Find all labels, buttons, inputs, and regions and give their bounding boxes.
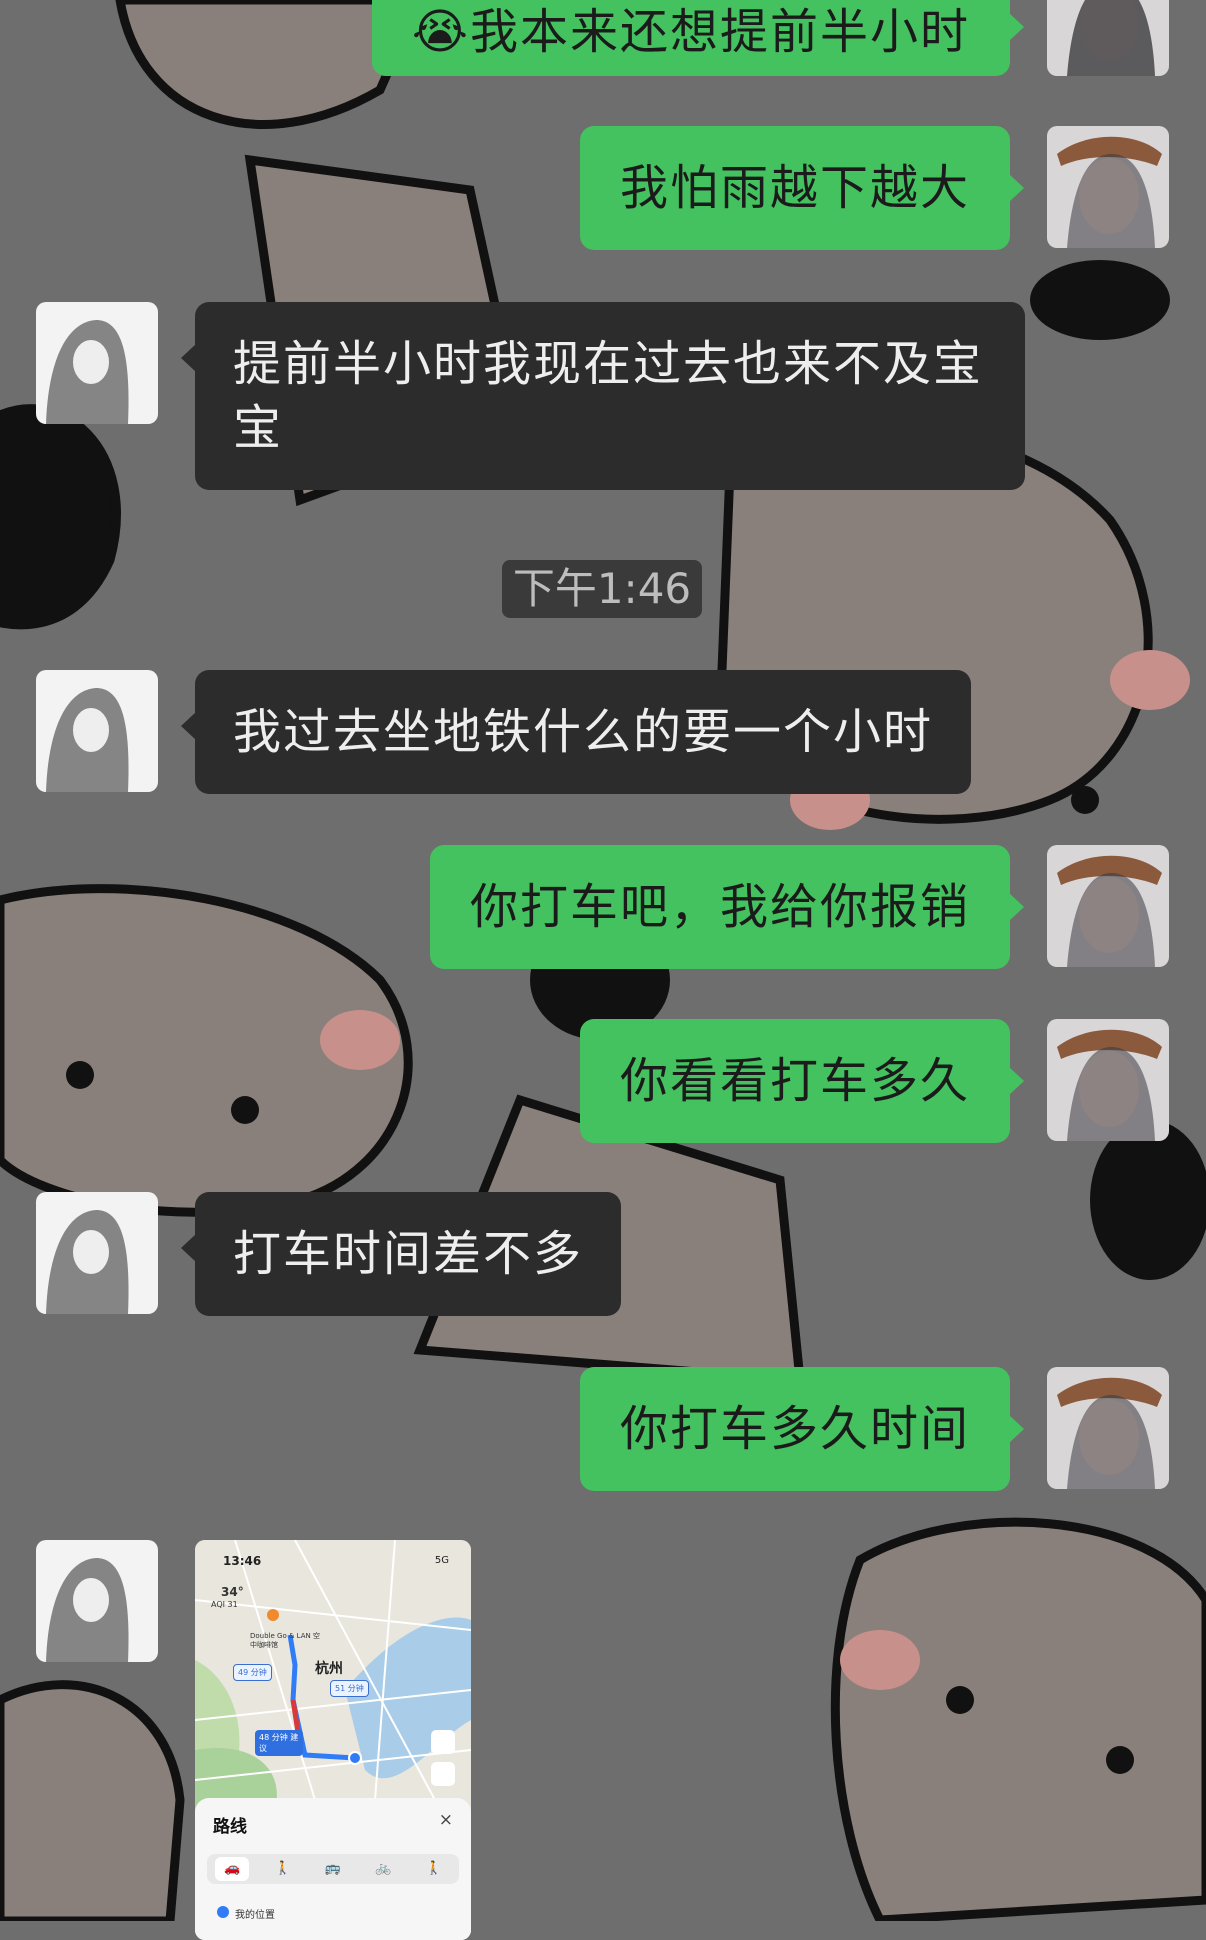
- chat-timestamp: 下午1:46: [502, 560, 702, 618]
- map-aqi: AQI 31: [211, 1600, 238, 1609]
- my-avatar[interactable]: [1047, 0, 1169, 76]
- pedestrian-icon: 🚶: [425, 1861, 442, 1876]
- contact-avatar[interactable]: [36, 670, 158, 792]
- contact-avatar[interactable]: [36, 1540, 158, 1662]
- map-route-badge: 49 分钟: [233, 1664, 272, 1681]
- map-route-panel: 路线 × 🚗 🚶 🚌 🚲 🚶 我的位置: [195, 1798, 471, 1940]
- map-poi-label: Double Go & LAN 空中咖啡馆: [250, 1632, 320, 1649]
- map-temperature: 34°: [221, 1585, 244, 1599]
- map-route-badge: 51 分钟: [330, 1680, 369, 1697]
- contact-avatar-image: [36, 1540, 158, 1662]
- contact-message-bubble[interactable]: 我过去坐地铁什么的要一个小时: [180, 670, 972, 794]
- map-signal: 5G: [434, 1555, 449, 1566]
- bus-icon: 🚌: [324, 1861, 342, 1876]
- my-avatar-image: [1047, 126, 1169, 248]
- map-status-time: 13:46: [223, 1554, 262, 1568]
- map-city-label: 杭州: [315, 1661, 343, 1677]
- transport-mode-tabs: 🚗 🚶 🚌 🚲 🚶: [207, 1854, 459, 1884]
- my-message-bubble[interactable]: 我怕雨越下越大: [579, 126, 1025, 250]
- contact-message-bubble[interactable]: 打车时间差不多: [180, 1192, 622, 1316]
- my-avatar[interactable]: [1047, 1367, 1169, 1489]
- map-route-badge-recommended: 48 分钟 建议: [255, 1730, 303, 1756]
- contact-avatar[interactable]: [36, 302, 158, 424]
- my-avatar-image: [1047, 1367, 1169, 1489]
- contact-avatar[interactable]: [36, 1192, 158, 1314]
- my-avatar[interactable]: [1047, 845, 1169, 967]
- my-location-label: 我的位置: [235, 1910, 275, 1921]
- my-message-bubble[interactable]: 你打车多久时间: [579, 1367, 1025, 1491]
- contact-message-bubble[interactable]: 提前半小时我现在过去也来不及宝宝: [181, 302, 1025, 490]
- my-avatar-image: [1047, 845, 1169, 967]
- contact-avatar-image: [36, 302, 158, 424]
- contact-avatar-image: [36, 670, 158, 792]
- my-message-bubble[interactable]: 😭我本来还想提前半小时: [371, 0, 1025, 76]
- bike-icon: 🚲: [375, 1861, 392, 1876]
- walk-icon: 🚶: [274, 1861, 291, 1876]
- my-avatar[interactable]: [1047, 126, 1169, 248]
- my-message-bubble[interactable]: 你看看打车多久: [579, 1019, 1025, 1143]
- car-icon: 🚗: [215, 1857, 250, 1881]
- map-screenshot-message[interactable]: 13:46 5G 34° AQI 31 Double Go & LAN 空中咖啡…: [195, 1540, 471, 1940]
- contact-avatar-image: [36, 1192, 158, 1314]
- close-icon: ×: [438, 1810, 453, 1830]
- my-avatar-image: [1047, 1019, 1169, 1141]
- my-avatar-image: [1047, 0, 1169, 76]
- map-panel-title: 路线: [213, 1817, 247, 1837]
- my-message-bubble[interactable]: 你打车吧，我给你报销: [429, 845, 1025, 969]
- my-avatar[interactable]: [1047, 1019, 1169, 1141]
- location-icon: [217, 1906, 229, 1918]
